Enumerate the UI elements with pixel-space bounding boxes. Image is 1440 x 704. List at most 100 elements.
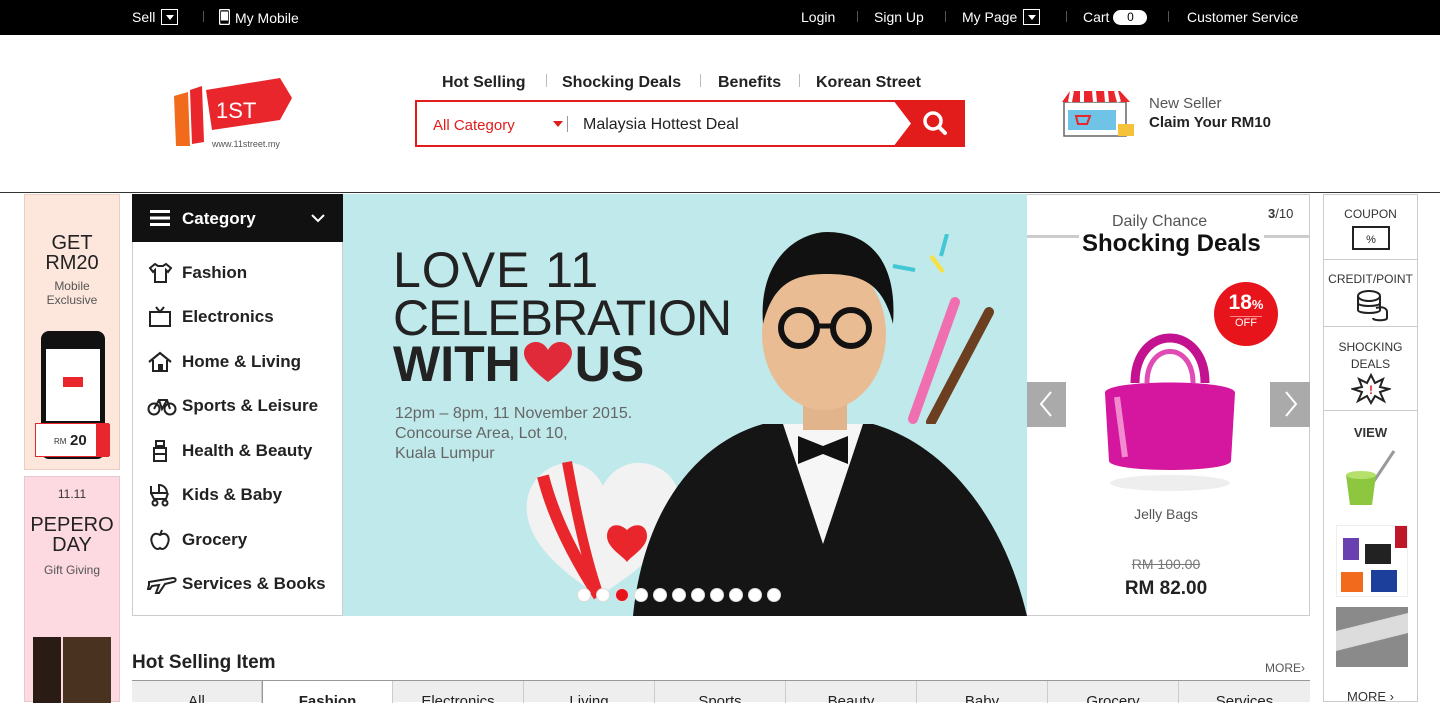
- carousel-dot[interactable]: [577, 588, 591, 602]
- category-label: Kids & Baby: [182, 485, 283, 504]
- chevron-down-icon[interactable]: [161, 9, 179, 25]
- cart-count-badge: 0: [1113, 10, 1148, 25]
- search-input[interactable]: Malaysia Hottest Deal: [583, 116, 739, 134]
- tab-beauty[interactable]: Beauty: [786, 681, 917, 703]
- credit-point-label: CREDIT/POINT: [1328, 272, 1413, 286]
- old-price: RM 100.00: [1131, 556, 1201, 572]
- house-icon: [148, 351, 172, 372]
- svg-text:!: !: [1369, 383, 1373, 397]
- login-link[interactable]: Login: [801, 9, 835, 25]
- sale-price: RM 82.00: [1124, 578, 1208, 599]
- tab-fashion[interactable]: Fashion: [262, 681, 393, 703]
- carousel-dot[interactable]: [672, 588, 686, 602]
- tab-sports[interactable]: Sports: [655, 681, 786, 703]
- nav-hot-selling[interactable]: Hot Selling: [442, 74, 526, 92]
- category-label: Sports & Leisure: [182, 396, 319, 415]
- tab-all[interactable]: All: [132, 681, 262, 703]
- coupon-currency: RM: [54, 437, 67, 446]
- carousel-dot[interactable]: [596, 588, 610, 602]
- caret-down-icon[interactable]: [553, 121, 563, 127]
- tab-baby[interactable]: Baby: [917, 681, 1048, 703]
- carousel-dot[interactable]: [653, 588, 667, 602]
- viewed-item-gadget[interactable]: [1336, 607, 1408, 667]
- discount-value: 18: [1228, 291, 1252, 314]
- credit-point-link[interactable]: CREDIT/POINT: [1324, 272, 1417, 325]
- carousel-dot[interactable]: [634, 588, 648, 602]
- carousel-dot[interactable]: [748, 588, 762, 602]
- chevron-down-icon[interactable]: [1023, 9, 1041, 25]
- hot-selling-title: Hot Selling Item: [132, 652, 276, 673]
- store-icon[interactable]: [1058, 88, 1138, 140]
- viewed-item-bags[interactable]: [1336, 525, 1408, 597]
- shocking-deals-link[interactable]: SHOCKING DEALS !: [1324, 339, 1417, 410]
- seller-promo-line1[interactable]: New Seller: [1149, 95, 1222, 112]
- carousel-dot[interactable]: [615, 588, 629, 602]
- carousel-dot[interactable]: [710, 588, 724, 602]
- nav-korean-street[interactable]: Korean Street: [816, 74, 921, 92]
- chevron-down-icon: [311, 214, 325, 223]
- carousel-dot[interactable]: [691, 588, 705, 602]
- main-banner[interactable]: LOVE 11 CELEBRATION WITH US 12pm – 8pm, 1…: [343, 194, 1027, 616]
- coupon-amount: 20: [70, 432, 87, 449]
- sell-label: Sell: [132, 9, 156, 25]
- shocking-label-2: DEALS: [1350, 357, 1391, 371]
- category-label: Grocery: [182, 530, 248, 549]
- carousel-dots: [577, 588, 786, 604]
- apple-icon: [150, 529, 170, 550]
- promo-title-1: GET: [51, 232, 93, 254]
- plane-icon: [147, 576, 177, 594]
- promo2-title-1: PEPERO: [30, 514, 114, 536]
- site-logo[interactable]: 1ST www.11street.my: [172, 74, 296, 154]
- sell-menu[interactable]: Sell: [132, 9, 179, 25]
- tab-services[interactable]: Services: [1179, 681, 1310, 703]
- promo-sub-1: Mobile: [54, 279, 90, 293]
- my-page-label: My Page: [962, 9, 1018, 25]
- next-button[interactable]: [1270, 382, 1310, 427]
- prev-button[interactable]: [1027, 382, 1066, 427]
- viewed-item-mop[interactable]: [1336, 447, 1406, 519]
- mobile-exclusive-promo[interactable]: GET RM20 Mobile Exclusive RM 20: [24, 194, 120, 470]
- my-mobile-link[interactable]: My Mobile: [218, 8, 299, 26]
- customer-service-link[interactable]: Customer Service: [1187, 9, 1298, 25]
- promo-sub-2: Exclusive: [46, 293, 98, 307]
- bottle-icon: [153, 440, 167, 462]
- tab-electronics[interactable]: Electronics: [393, 681, 524, 703]
- category-label: Electronics: [182, 307, 274, 326]
- my-mobile-label: My Mobile: [235, 10, 299, 26]
- gadget-image: [1336, 607, 1408, 667]
- handbags-image: [1341, 526, 1407, 592]
- hot-selling-more-link[interactable]: MORE›: [1265, 661, 1305, 675]
- search-category-select[interactable]: All Category: [433, 117, 515, 134]
- nav-benefits[interactable]: Benefits: [718, 74, 781, 92]
- hamburger-icon: [150, 210, 170, 226]
- signup-link[interactable]: Sign Up: [874, 9, 924, 25]
- explosion-icon: !: [1348, 372, 1393, 406]
- seller-promo-line2[interactable]: Claim Your RM10: [1149, 114, 1271, 131]
- tab-living[interactable]: Living: [524, 681, 655, 703]
- coupon-link[interactable]: COUPON %: [1324, 207, 1417, 254]
- bicycle-icon: [147, 399, 177, 416]
- cart-label: Cart: [1083, 9, 1110, 25]
- pepero-box-image: [33, 637, 61, 703]
- category-label: Fashion: [182, 263, 248, 282]
- nav-shocking-deals[interactable]: Shocking Deals: [562, 74, 681, 92]
- top-bar: Sell My Mobile Login Sign Up My Page Car…: [0, 0, 1440, 35]
- pepero-day-promo[interactable]: 11.11 PEPERO DAY Gift Giving: [24, 476, 120, 703]
- svg-text:%: %: [1366, 234, 1376, 246]
- category-label: Health & Beauty: [182, 441, 313, 460]
- category-label: Home & Living: [182, 352, 302, 371]
- carousel-dot[interactable]: [767, 588, 781, 602]
- category-label: Services & Books: [182, 574, 326, 593]
- product-name[interactable]: Jelly Bags: [1027, 506, 1305, 522]
- category-menu-header[interactable]: Category: [132, 194, 343, 242]
- discount-unit: %: [1251, 297, 1264, 312]
- carousel-dot[interactable]: [729, 588, 743, 602]
- deal-title: Shocking Deals: [1079, 230, 1264, 258]
- banner-details: 12pm – 8pm, 11 November 2015. Concourse …: [395, 404, 632, 464]
- cart-link[interactable]: Cart 0: [1083, 9, 1148, 25]
- tab-grocery[interactable]: Grocery: [1048, 681, 1179, 703]
- coupon-label: COUPON: [1344, 207, 1397, 221]
- logo-text: 1ST: [216, 98, 256, 123]
- mop-image: [1346, 450, 1396, 505]
- my-page-menu[interactable]: My Page: [962, 9, 1041, 25]
